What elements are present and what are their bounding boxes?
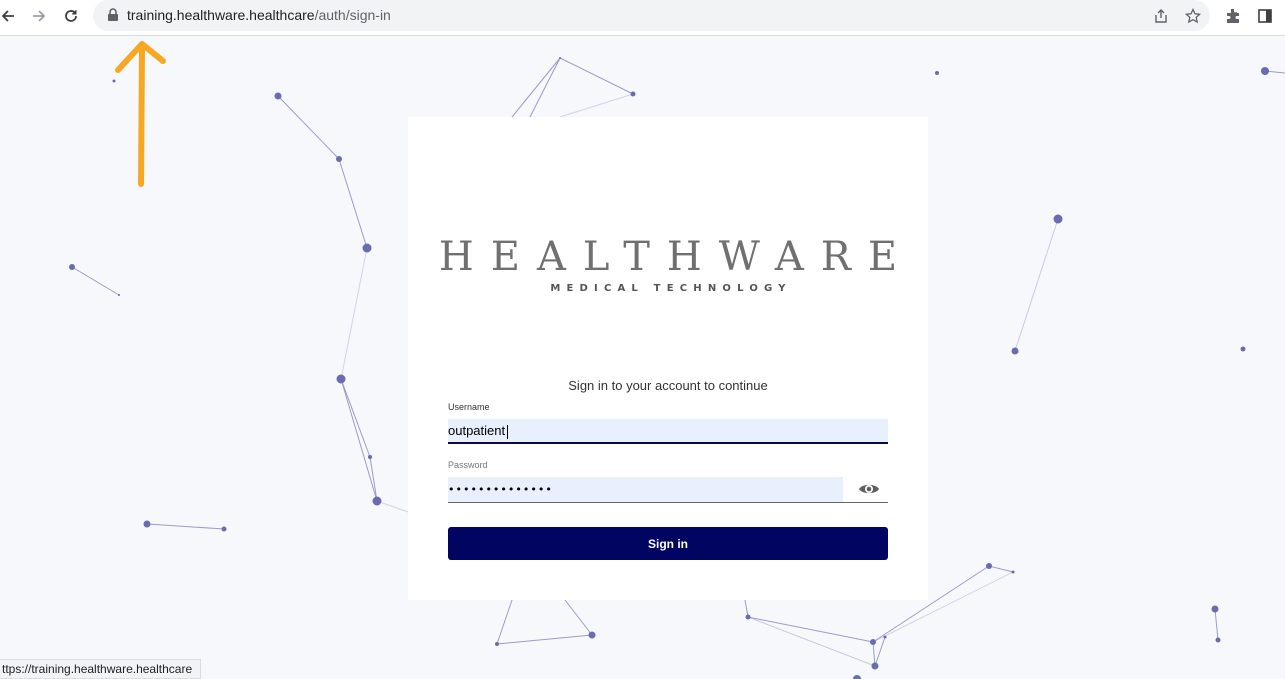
reload-icon[interactable]: [57, 4, 85, 28]
eye-icon[interactable]: [858, 481, 880, 497]
text-caret: [507, 425, 508, 439]
url-host: training.healthware.healthcare: [127, 7, 315, 23]
side-panel-icon[interactable]: [1254, 5, 1276, 27]
username-label: Username: [448, 402, 490, 412]
forward-icon[interactable]: [25, 4, 53, 28]
password-input-wrap: [448, 477, 843, 502]
address-bar[interactable]: training.healthware.healthcare/auth/sign…: [93, 0, 1210, 31]
username-field-container: [448, 419, 888, 444]
star-icon[interactable]: [1183, 6, 1203, 26]
status-url-bar: ttps://training.healthware.healthcare: [0, 659, 202, 679]
back-icon[interactable]: [0, 4, 22, 28]
browser-toolbar: training.healthware.healthcare/auth/sign…: [0, 0, 1285, 36]
password-field-container: [448, 477, 888, 503]
url-text[interactable]: training.healthware.healthcare/auth/sign…: [127, 7, 391, 23]
password-label: Password: [448, 460, 488, 470]
annotation-arrow-icon: [115, 41, 166, 187]
signin-subtitle: Sign in to your account to continue: [568, 378, 768, 393]
signin-button[interactable]: Sign in: [448, 527, 888, 560]
extensions-icon[interactable]: [1222, 5, 1244, 27]
signin-card: HEALTHWARE MEDICAL TECHNOLOGY Sign in to…: [408, 117, 928, 600]
url-path: /auth/sign-in: [314, 7, 391, 23]
lock-icon[interactable]: [107, 8, 121, 22]
username-input[interactable]: [448, 419, 888, 442]
share-icon[interactable]: [1151, 6, 1171, 26]
password-input[interactable]: [448, 477, 843, 502]
logo-wordmark: HEALTHWARE: [438, 234, 915, 280]
logo-tagline: MEDICAL TECHNOLOGY: [550, 283, 792, 294]
